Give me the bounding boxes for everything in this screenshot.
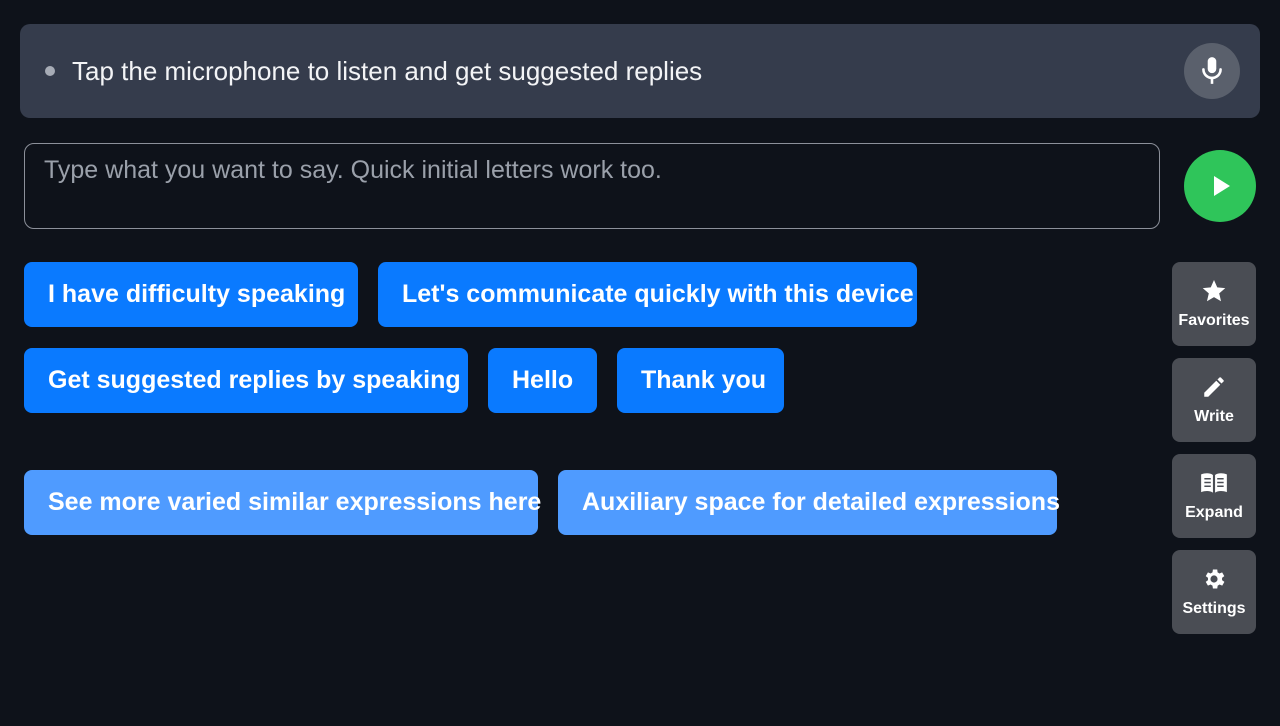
phrase-chip-communicate-quickly[interactable]: Let's communicate quickly with this devi… <box>378 262 917 327</box>
gear-icon <box>1205 569 1225 589</box>
status-dot-icon <box>45 66 55 76</box>
phrase-chip-difficulty-speaking[interactable]: I have difficulty speaking <box>24 262 358 327</box>
write-button[interactable]: Write <box>1172 358 1256 442</box>
phrase-chip-suggested-replies[interactable]: Get suggested replies by speaking <box>24 348 468 413</box>
detailed-expressions-chip[interactable]: Auxiliary space for detailed expressions <box>558 470 1060 535</box>
expand-button[interactable]: Expand <box>1172 454 1256 538</box>
star-icon <box>1202 279 1226 302</box>
microphone-icon <box>1202 57 1222 84</box>
phrase-chip-hello[interactable]: Hello <box>488 348 597 413</box>
listen-status-bar: Tap the microphone to listen and get sug… <box>20 24 1260 118</box>
app-screen: Tap the microphone to listen and get sug… <box>0 0 1280 726</box>
settings-label: Settings <box>1182 600 1246 617</box>
pencil-icon <box>1204 377 1224 397</box>
speak-button[interactable] <box>1184 150 1256 222</box>
settings-button[interactable]: Settings <box>1172 550 1256 634</box>
microphone-button[interactable] <box>1184 43 1240 99</box>
similar-expressions-chip[interactable]: See more varied similar expressions here <box>24 470 541 535</box>
expand-label: Expand <box>1185 504 1243 521</box>
message-input-box <box>24 143 1160 229</box>
favorites-button[interactable]: Favorites <box>1172 262 1256 346</box>
play-icon <box>1214 176 1230 196</box>
write-label: Write <box>1194 408 1234 425</box>
listen-status-text: Tap the microphone to listen and get sug… <box>72 56 703 86</box>
phrase-chip-thank-you[interactable]: Thank you <box>617 348 784 413</box>
message-input[interactable] <box>44 154 1134 218</box>
favorites-label: Favorites <box>1178 312 1250 329</box>
book-icon <box>1201 473 1227 493</box>
